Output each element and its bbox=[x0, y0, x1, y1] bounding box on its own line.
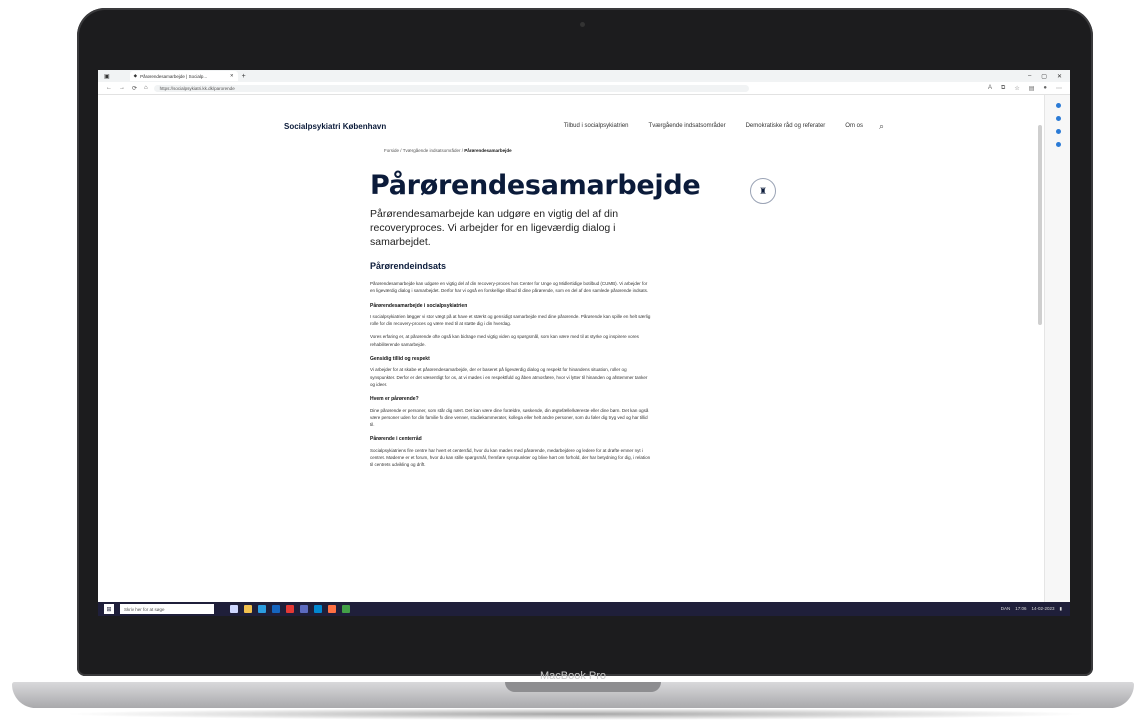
paragraph: Socialpsykiatriens fire centre har hvert… bbox=[370, 447, 651, 468]
tab-title: Pårørendesamarbejde | Socialp... bbox=[140, 73, 208, 79]
tab-close-icon[interactable]: ✕ bbox=[230, 73, 234, 79]
breadcrumb: Forside / Tværgående indsatsområder / På… bbox=[384, 148, 512, 153]
scrollbar[interactable] bbox=[1038, 125, 1042, 325]
maximize-icon[interactable]: ▢ bbox=[1041, 73, 1047, 80]
profile-icon[interactable]: ● bbox=[1043, 85, 1047, 92]
outlook-icon[interactable] bbox=[272, 605, 280, 613]
nav-item-demokratiske[interactable]: Demokratiske råd og referater bbox=[746, 123, 826, 129]
web-page: Socialpsykiatri København Tilbud i socia… bbox=[98, 95, 1043, 603]
breadcrumb-current: Pårørendesamarbejde bbox=[464, 148, 512, 153]
lead-text: Pårørendesamarbejde kan udgøre en vigtig… bbox=[370, 208, 619, 248]
city-seal-icon: ♜ bbox=[750, 178, 776, 204]
page-title: Pårørendesamarbejde bbox=[370, 170, 701, 201]
minimize-icon[interactable]: – bbox=[1028, 73, 1031, 80]
browser-tab[interactable]: ◆ Pårørendesamarbejde | Socialp... ✕ bbox=[129, 71, 238, 81]
laptop-frame: ▣ ◆ Pårørendesamarbejde | Socialp... ✕ +… bbox=[0, 0, 1146, 724]
chrome-icon[interactable] bbox=[328, 605, 336, 613]
system-tray: DAN 17:06 14-02-2023 ▮ bbox=[1001, 606, 1062, 612]
app-icon[interactable] bbox=[342, 605, 350, 613]
refresh-icon[interactable]: ⟳ bbox=[132, 85, 137, 92]
device-label: MacBook Pro bbox=[539, 670, 607, 682]
paragraph: Dine pårørende er personer, som står dig… bbox=[370, 407, 649, 428]
breadcrumb-home[interactable]: Forside bbox=[384, 148, 399, 153]
new-tab-icon[interactable]: + bbox=[242, 73, 246, 80]
home-icon[interactable]: ⌂ bbox=[144, 85, 148, 92]
nav-item-tilbud[interactable]: Tilbud i socialpsykiatrien bbox=[564, 123, 629, 129]
tray-time[interactable]: 17:06 bbox=[1015, 606, 1026, 612]
menu-icon[interactable]: ⋯ bbox=[1056, 85, 1062, 92]
close-window-icon[interactable]: ✕ bbox=[1057, 73, 1062, 80]
section-title: Pårørendeindsats bbox=[370, 261, 447, 271]
windows-taskbar: ⊞ Skriv her for at søge DAN 17:06 14-02-… bbox=[98, 602, 1070, 616]
address-bar: ← → ⟳ ⌂ https://socialpsykiatri.kk.dk/pa… bbox=[98, 82, 1070, 95]
back-icon[interactable]: ← bbox=[106, 85, 112, 92]
sidebar-tools-icon[interactable] bbox=[1055, 129, 1061, 134]
tab-actions-icon[interactable]: ▣ bbox=[104, 73, 110, 80]
collections-icon[interactable]: ▤ bbox=[1029, 85, 1035, 92]
nav-item-tvaergaende[interactable]: Tværgående indsatsområder bbox=[649, 123, 726, 129]
site-header: Socialpsykiatri København Tilbud i socia… bbox=[284, 119, 884, 133]
intro-paragraph: Pårørendesamarbejde kan udgøre en vigtig… bbox=[370, 281, 649, 294]
subheading-centerraad: Pårørende i centerråd bbox=[370, 436, 422, 443]
breadcrumb-section[interactable]: Tværgående indsatsområder bbox=[403, 148, 461, 153]
site-logo[interactable]: Socialpsykiatri København bbox=[284, 122, 386, 131]
edge-icon[interactable] bbox=[258, 605, 266, 613]
search-icon[interactable]: ⌕ bbox=[879, 121, 884, 132]
app-icon[interactable] bbox=[286, 605, 294, 613]
screen: ▣ ◆ Pårørendesamarbejde | Socialp... ✕ +… bbox=[98, 70, 1070, 616]
sidebar-search-icon[interactable] bbox=[1055, 103, 1061, 108]
tray-date[interactable]: 14-02-2023 bbox=[1031, 606, 1054, 612]
laptop-shadow bbox=[60, 708, 1090, 720]
subheading-hvem: Hvem er pårørende? bbox=[370, 396, 419, 403]
nav-item-om-os[interactable]: Om os bbox=[845, 123, 863, 129]
taskbar-search-input[interactable]: Skriv her for at søge bbox=[120, 604, 214, 614]
forward-icon[interactable]: → bbox=[119, 85, 125, 92]
paragraph: Vi arbejder for at skabe et pårørendesam… bbox=[370, 367, 648, 387]
extensions-icon[interactable]: ⧉ bbox=[1001, 85, 1005, 92]
subheading-tillid: Gensidig tillid og respekt bbox=[370, 356, 430, 363]
article-body: Pårørendesamarbejde kan udgøre en vigtig… bbox=[370, 280, 652, 475]
edge-sidebar bbox=[1044, 95, 1070, 603]
subheading-socialpsykiatrien: Pårørendesamarbejde i socialpsykiatrien bbox=[370, 302, 468, 309]
explorer-icon[interactable] bbox=[244, 605, 252, 613]
teams-icon[interactable] bbox=[300, 605, 308, 613]
paragraph: Vores erfaring er, at pårørende ofte ogs… bbox=[370, 334, 639, 347]
tab-favicon-icon: ◆ bbox=[133, 73, 138, 78]
camera-icon bbox=[580, 22, 585, 27]
sidebar-shopping-icon[interactable] bbox=[1055, 116, 1061, 121]
calendar-icon[interactable] bbox=[314, 605, 322, 613]
notification-icon[interactable]: ▮ bbox=[1060, 606, 1062, 612]
sidebar-office-icon[interactable] bbox=[1055, 142, 1061, 147]
url-input[interactable]: https://socialpsykiatri.kk.dk/parorende bbox=[153, 84, 749, 92]
taskview-icon[interactable] bbox=[230, 605, 238, 613]
laptop-notch bbox=[505, 682, 661, 692]
paragraph: I socialpsykiatrien lægger vi stor vægt … bbox=[370, 313, 651, 327]
tray-lang[interactable]: DAN bbox=[1001, 606, 1011, 612]
windows-start-icon[interactable]: ⊞ bbox=[104, 604, 114, 614]
tab-bar: ▣ ◆ Pårørendesamarbejde | Socialp... ✕ +… bbox=[98, 70, 1070, 82]
read-aloud-icon[interactable]: A bbox=[988, 85, 992, 92]
favorites-icon[interactable]: ☆ bbox=[1014, 85, 1019, 92]
